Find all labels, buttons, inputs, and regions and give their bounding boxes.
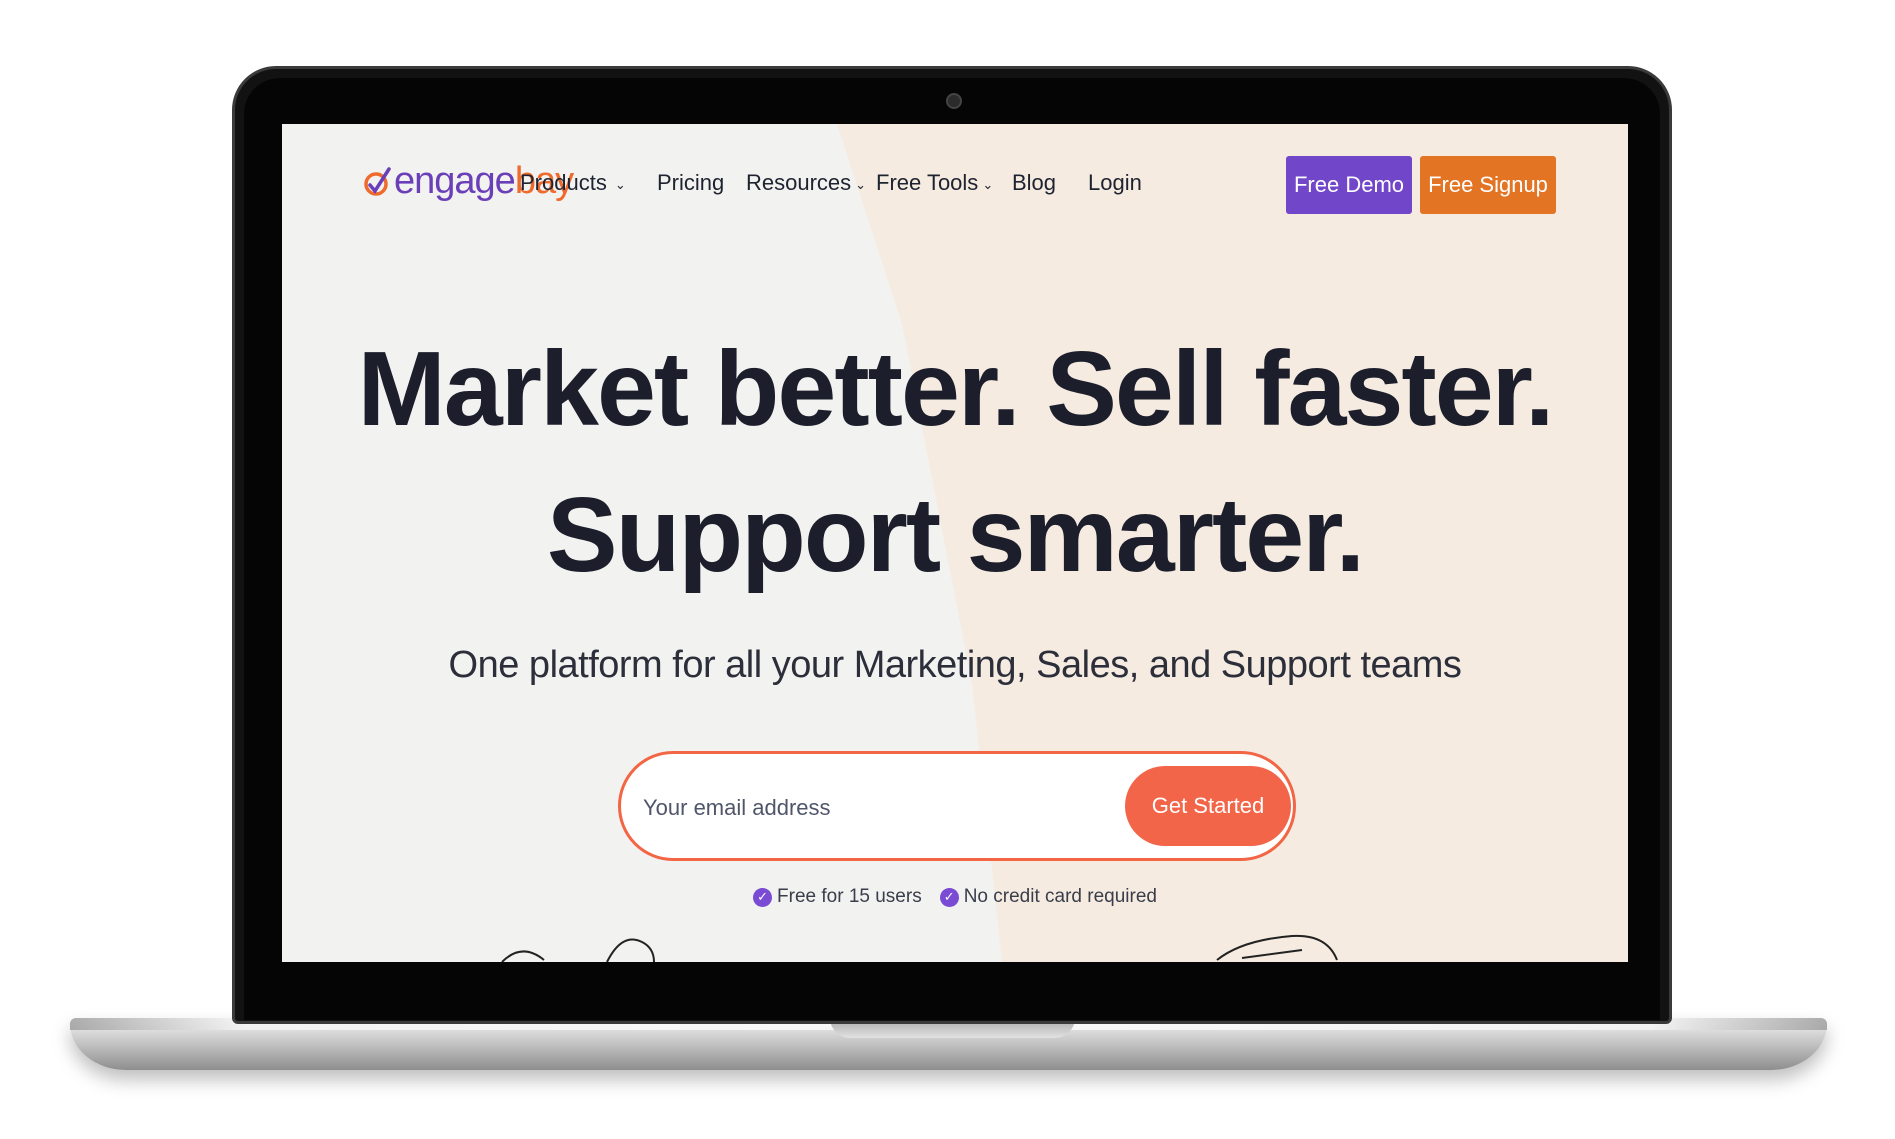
logo-text-engage: engage — [394, 160, 516, 202]
perk-item: ✓ Free for 15 users — [753, 886, 922, 908]
nav-item-label: Login — [1088, 170, 1142, 195]
signup-form: Get Started — [618, 751, 1296, 861]
nav-item-blog[interactable]: Blog — [1012, 170, 1056, 196]
nav-item-pricing[interactable]: Pricing — [657, 170, 724, 196]
hero-headline-line2: Support smarter. — [546, 476, 1365, 594]
browser-viewport: engage bay Products ⌄ Pricing Resources ⌄… — [282, 124, 1628, 962]
logo-mark-icon — [364, 166, 391, 196]
nav-item-label: Pricing — [657, 170, 725, 195]
check-circle-icon: ✓ — [939, 887, 959, 907]
nav-item-login[interactable]: Login — [1088, 170, 1142, 196]
free-signup-button[interactable]: Free Signup — [1420, 156, 1556, 214]
illustration-doodles — [501, 934, 1338, 962]
free-demo-button[interactable]: Free Demo — [1286, 156, 1412, 214]
nav-item-free-tools[interactable]: Free Tools ⌄ — [876, 170, 993, 196]
nav-item-resources[interactable]: Resources ⌄ — [746, 170, 866, 196]
check-circle-icon: ✓ — [753, 887, 773, 907]
chevron-down-icon: ⌄ — [855, 176, 867, 192]
nav-item-label: Blog — [1012, 170, 1057, 195]
nav-item-label: Products — [520, 170, 607, 195]
hero-headline-line1: Market better. Sell faster. — [357, 330, 1554, 448]
nav-item-label: Resources — [746, 170, 852, 195]
hero-subheadline: One platform for all your Marketing, Sal… — [448, 644, 1462, 686]
chevron-down-icon: ⌄ — [982, 176, 994, 192]
nav-item-label: Free Tools — [876, 170, 979, 195]
perk-label: No credit card required — [963, 886, 1157, 907]
nav-item-products[interactable]: Products ⌄ — [520, 170, 626, 196]
perk-label: Free for 15 users — [777, 886, 922, 907]
perks-list: ✓ Free for 15 users ✓ No credit card req… — [282, 886, 1628, 908]
chevron-down-icon: ⌄ — [614, 176, 626, 192]
email-input[interactable] — [641, 779, 1085, 836]
perk-item: ✓ No credit card required — [939, 886, 1157, 908]
get-started-button[interactable]: Get Started — [1125, 766, 1291, 846]
webcam-icon — [946, 93, 962, 109]
